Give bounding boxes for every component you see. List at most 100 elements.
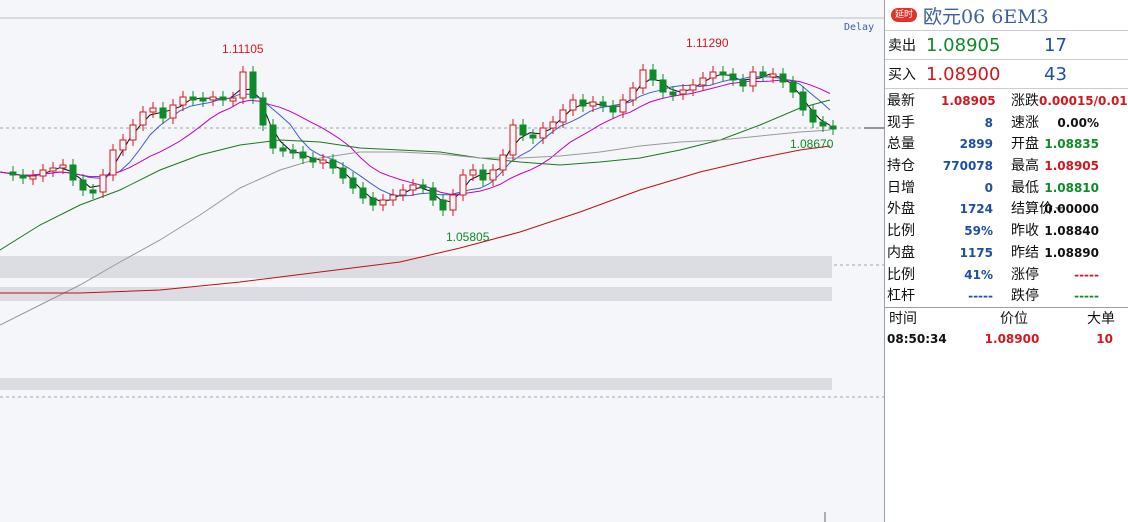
candle <box>349 177 357 189</box>
delay-badge: 延时 <box>891 8 918 22</box>
stat-label: 日增 <box>887 179 915 196</box>
candle <box>489 169 497 181</box>
candle <box>419 184 427 189</box>
low-label: 1.05805 <box>446 230 490 244</box>
stat-value: 1.08835 <box>1044 137 1099 152</box>
candle <box>699 77 707 86</box>
stat-label: 内盘 <box>887 244 915 261</box>
candle <box>119 139 127 151</box>
stat-value: 8 <box>984 115 993 130</box>
candle <box>49 167 57 172</box>
candle <box>619 99 627 113</box>
candle <box>259 97 267 126</box>
stat-value: ----- <box>1074 289 1099 304</box>
candle <box>129 124 137 141</box>
trade-size: 10 <box>1096 332 1113 346</box>
candle <box>549 121 557 129</box>
candle <box>729 73 737 81</box>
candle <box>229 97 237 102</box>
candle <box>29 175 37 180</box>
candle <box>639 69 647 89</box>
candle <box>629 87 637 101</box>
candle <box>89 189 97 194</box>
candle <box>579 99 587 107</box>
candle <box>499 154 507 171</box>
candle <box>369 197 377 206</box>
stat-label: 持仓 <box>887 158 915 175</box>
candle <box>219 96 227 101</box>
stat-label: 比例 <box>887 266 915 283</box>
candle <box>519 124 527 136</box>
candle <box>709 71 717 79</box>
instrument-title: 欧元06 6EM3 <box>923 5 1049 28</box>
candle <box>779 73 787 83</box>
stat-value: 1.08890 <box>1044 245 1099 260</box>
stat-value: 0.00000 <box>1044 202 1099 217</box>
candle <box>599 101 607 107</box>
candle <box>149 107 157 113</box>
candle <box>649 69 657 81</box>
candle <box>659 79 667 93</box>
candle <box>99 174 107 193</box>
stat-label: 现手 <box>887 114 915 131</box>
bid-label: 买入 <box>888 67 916 83</box>
trade-price: 1.08900 <box>984 332 1040 346</box>
stat-value: 41% <box>964 267 993 282</box>
stat-label: 涨跌 <box>1011 93 1039 109</box>
bid-volume: 43 <box>1044 63 1067 85</box>
ask-volume: 17 <box>1044 34 1067 56</box>
candle <box>539 127 547 139</box>
stat-label: 速涨 <box>1011 114 1039 131</box>
candle <box>279 147 287 152</box>
stat-value: 59% <box>964 224 993 239</box>
candle <box>559 109 567 123</box>
last-label: 1.08670 <box>790 137 834 151</box>
candle <box>449 194 457 211</box>
stat-label: 结算价 <box>993 199 1063 221</box>
stat-label: 昨收 <box>1011 223 1039 240</box>
trades-header: 时间 价位 大单 <box>885 308 1128 330</box>
candle <box>19 174 27 179</box>
candle <box>439 199 447 211</box>
stat-label: 杠杆 <box>887 288 915 305</box>
stat-value: 1.08905 <box>941 94 996 108</box>
quote-panel: 延时 欧元06 6EM3 卖出 1.08905 17 买入 1.08900 43… <box>884 0 1128 522</box>
stat-value: 1175 <box>959 245 993 260</box>
bid-row[interactable]: 买入 1.08900 43 <box>885 60 1128 89</box>
stat-label: 开盘 <box>1011 136 1039 153</box>
candle <box>669 91 677 96</box>
candle <box>759 71 767 77</box>
stat-value: 1.08905 <box>1044 159 1099 174</box>
candle <box>249 71 257 99</box>
stat-value: 1724 <box>959 202 993 217</box>
high-label-1: 1.11105 <box>222 42 264 56</box>
candle <box>359 187 367 199</box>
candle <box>609 105 617 113</box>
candle <box>9 171 17 176</box>
stat-label: 昨结 <box>1011 244 1039 261</box>
stat-label: 最新 <box>887 93 915 109</box>
candle <box>429 187 437 201</box>
ask-price: 1.08905 <box>926 34 1001 56</box>
stat-label: 最高 <box>1011 158 1039 175</box>
candle <box>179 96 187 106</box>
candle <box>819 121 827 127</box>
candle <box>509 124 517 156</box>
trades-col-size: 大单 <box>1087 311 1115 327</box>
stat-label: 涨停 <box>1011 266 1039 283</box>
candle <box>739 79 747 87</box>
candle <box>289 149 297 154</box>
stat-value: 2899 <box>959 137 993 152</box>
candle <box>339 167 347 179</box>
candle <box>719 71 727 76</box>
kline-chart[interactable]: Delay 1.11105 1.11290 1.05805 1.08670 <box>0 0 884 522</box>
candle <box>379 199 387 206</box>
ask-label: 卖出 <box>888 38 916 54</box>
candle <box>469 169 477 176</box>
candle <box>399 189 407 196</box>
stat-value: 0.00% <box>1057 115 1099 130</box>
ask-row[interactable]: 卖出 1.08905 17 <box>885 31 1128 60</box>
candle <box>689 84 697 91</box>
stat-value: 0.00015/0.01% <box>1039 94 1128 108</box>
candle <box>329 159 337 169</box>
